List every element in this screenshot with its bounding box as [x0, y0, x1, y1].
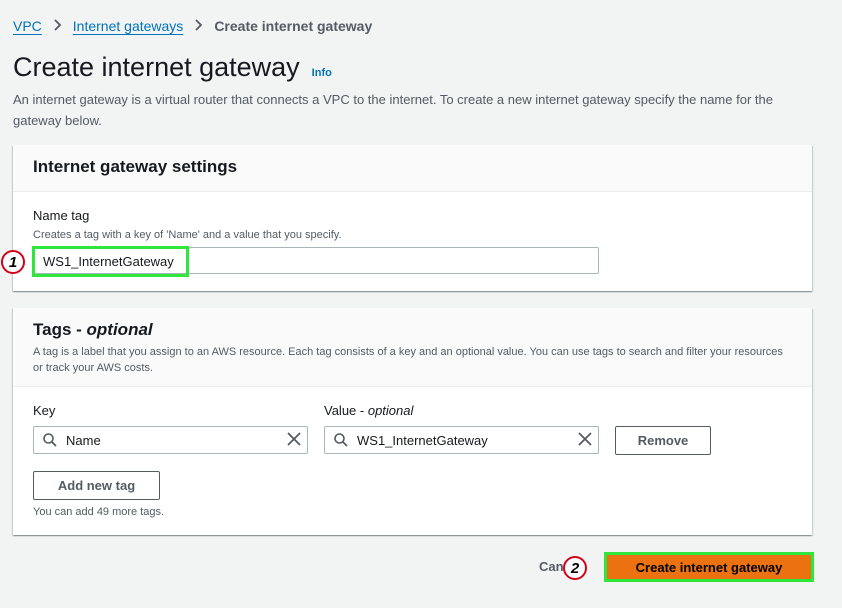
breadcrumb-vpc[interactable]: VPC	[13, 18, 42, 34]
breadcrumb: VPC Internet gateways Create internet ga…	[13, 18, 372, 34]
settings-panel-header: Internet gateway settings	[13, 145, 812, 192]
tag-value-value: WS1_InternetGateway	[357, 433, 488, 448]
settings-panel: Internet gateway settings Name tag Creat…	[13, 145, 812, 291]
search-icon	[43, 433, 57, 452]
clear-icon[interactable]	[287, 432, 301, 451]
page-title: Create internet gateway	[13, 52, 300, 82]
tags-title-text: Tags -	[33, 320, 87, 339]
key-label: Key	[33, 403, 56, 418]
tags-panel: Tags - optional A tag is a label that yo…	[13, 308, 812, 535]
tag-key-value: Name	[66, 433, 101, 448]
step-2-badge: 2	[563, 556, 587, 580]
info-link[interactable]: Info	[312, 67, 332, 79]
name-tag-description: Creates a tag with a key of 'Name' and a…	[33, 229, 342, 241]
breadcrumb-internet-gateways[interactable]: Internet gateways	[73, 18, 184, 34]
step-1-number: 1	[8, 253, 18, 271]
search-icon	[334, 433, 348, 452]
add-new-tag-button[interactable]: Add new tag	[33, 471, 160, 500]
breadcrumb-current: Create internet gateway	[214, 18, 373, 34]
tags-description: A tag is a label that you assign to an A…	[33, 346, 783, 374]
tag-key-input[interactable]: Name	[33, 426, 308, 454]
step-1-badge: 1	[1, 250, 25, 274]
chevron-right-icon	[53, 18, 62, 34]
value-label: Value - optional	[324, 403, 413, 418]
settings-panel-title: Internet gateway settings	[33, 157, 238, 176]
value-label-text: Value -	[324, 403, 368, 418]
tags-panel-title: Tags - optional	[33, 320, 792, 340]
tags-panel-header: Tags - optional A tag is a label that yo…	[13, 308, 812, 387]
chevron-right-icon	[194, 18, 203, 34]
step-2-number: 2	[570, 559, 580, 577]
highlight-name-tag	[32, 246, 189, 277]
create-internet-gateway-button[interactable]: Create internet gateway	[604, 552, 814, 582]
tag-value-input[interactable]: WS1_InternetGateway	[324, 426, 599, 454]
clear-icon[interactable]	[578, 432, 592, 451]
tags-title-optional: optional	[86, 320, 153, 339]
tags-remaining-text: You can add 49 more tags.	[33, 506, 165, 518]
name-tag-label: Name tag	[33, 208, 90, 223]
page-header: Create internet gateway Info	[13, 52, 332, 83]
page-description: An internet gateway is a virtual router …	[13, 92, 773, 128]
remove-tag-button[interactable]: Remove	[615, 426, 711, 455]
value-label-optional: optional	[367, 403, 414, 418]
